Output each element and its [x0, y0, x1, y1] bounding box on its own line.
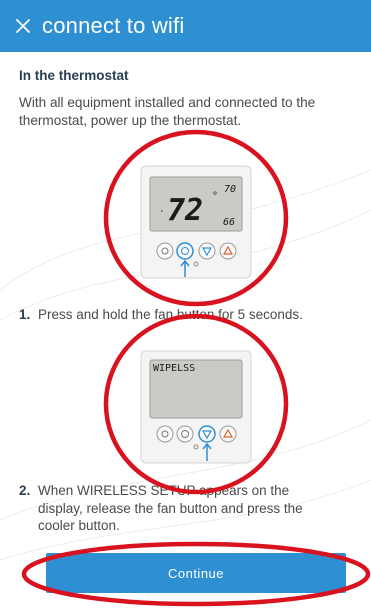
lcd-degree: °: [212, 191, 218, 202]
heater-button: [219, 242, 237, 260]
lcd-temperature: 72: [167, 193, 203, 228]
page-title: connect to wifi: [42, 13, 185, 38]
intro-text: With all equipment installed and connect…: [19, 95, 316, 128]
cooler-button: [198, 242, 216, 260]
svg-text:·: ·: [159, 207, 164, 217]
mode-button: [156, 242, 174, 260]
header-bar: connect to wifi: [0, 0, 371, 52]
fan-button: [176, 425, 194, 443]
mode-button: [156, 425, 174, 443]
step-1: 1. Press and hold the fan button for 5 s…: [19, 306, 355, 324]
close-icon: [16, 19, 30, 33]
lcd-setpoint-high: 70: [224, 184, 236, 195]
lcd-wireless-text: WIPELSS: [153, 363, 195, 374]
step-1-number: 1.: [19, 307, 31, 322]
thermostat-image-wireless: WIPELSS: [140, 350, 252, 464]
step-2: 2. When WIRELESS SETUP appears on the di…: [19, 482, 319, 535]
heater-button: [219, 425, 237, 443]
step-1-text: Press and hold the fan button for 5 seco…: [38, 307, 303, 322]
step-2-number: 2.: [19, 483, 31, 498]
close-button[interactable]: [10, 13, 36, 39]
lcd-setpoint-low: 66: [223, 217, 235, 228]
step-2-text: When WIRELESS SETUP appears on the displ…: [38, 483, 303, 533]
cooler-button: [198, 425, 216, 443]
thermostat-image-temperature: · 72 ° 70 66: [140, 165, 252, 279]
section-heading: In the thermostat: [19, 68, 129, 83]
continue-button[interactable]: Continue: [46, 553, 346, 593]
fan-button: [176, 242, 194, 260]
